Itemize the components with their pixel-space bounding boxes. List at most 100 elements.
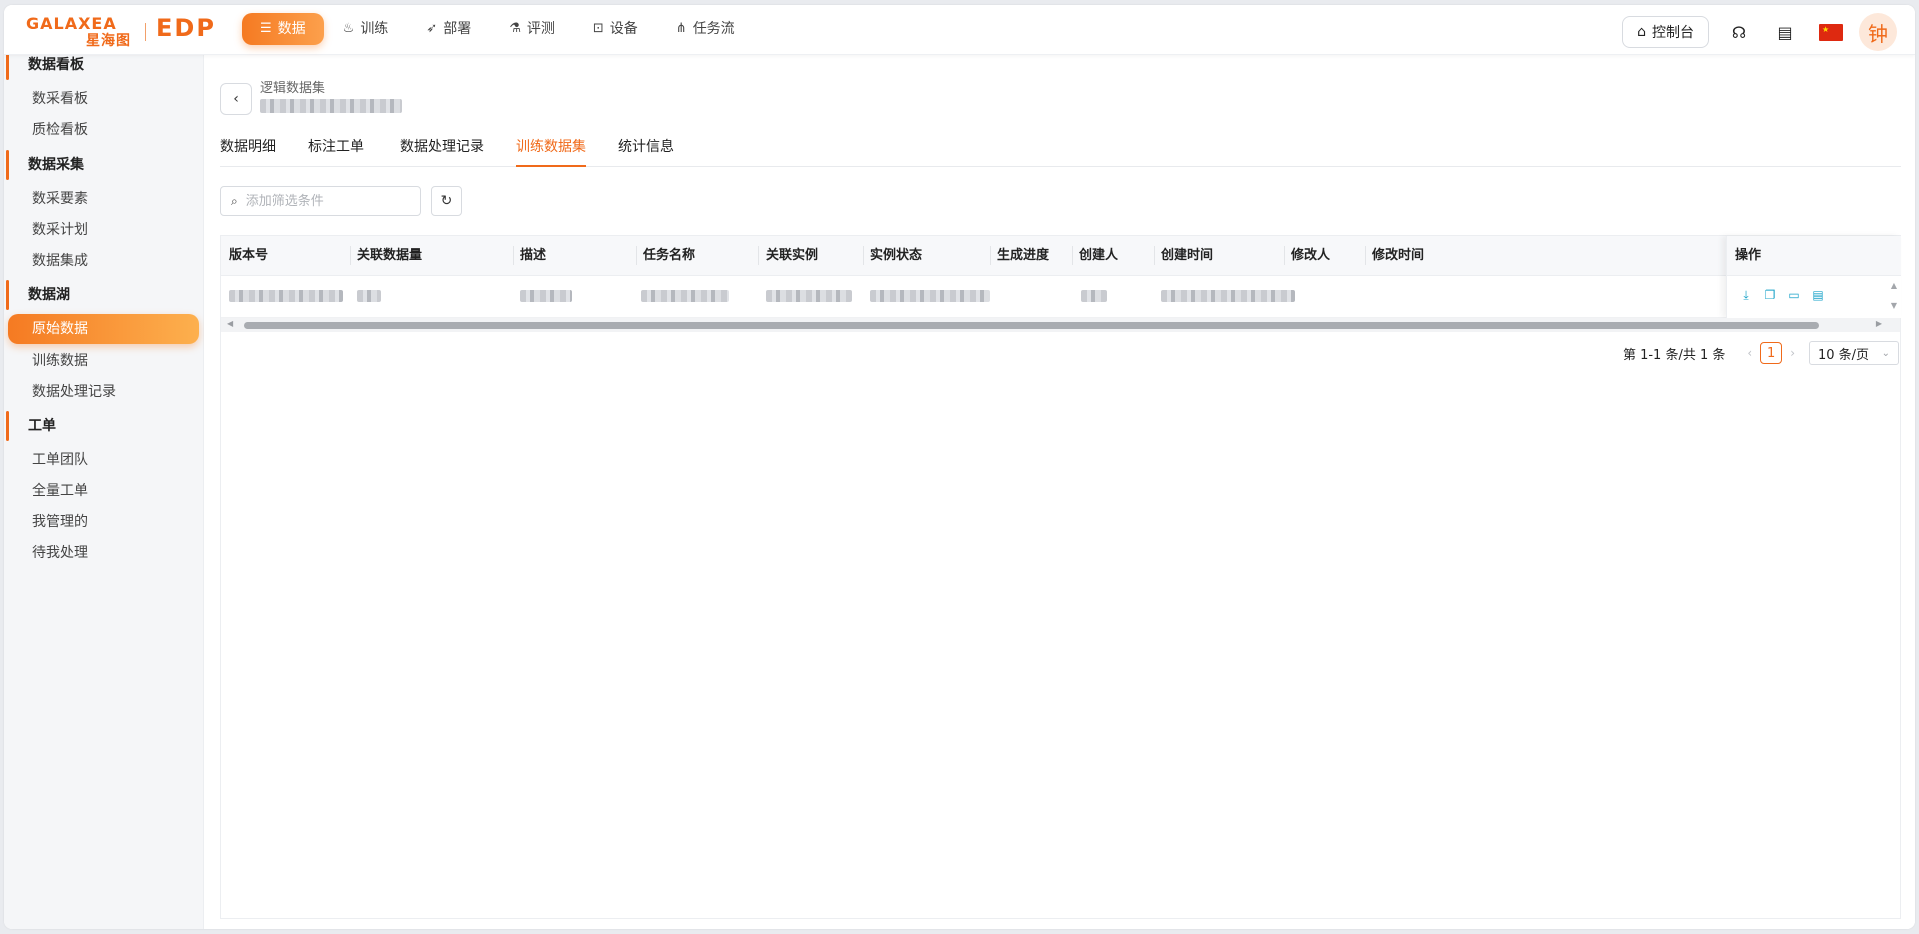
dataset-title-redacted bbox=[260, 99, 402, 113]
scroll-right-icon[interactable]: ▶ bbox=[1876, 319, 1882, 328]
ops-column: 操作 ⤓ ❐ ▭ ▤ ▲ ▼ bbox=[1726, 236, 1901, 318]
vertical-scrollbar[interactable]: ▲ ▼ bbox=[1889, 276, 1899, 318]
col-instance-status[interactable]: 实例状态 bbox=[870, 236, 922, 275]
headset-icon[interactable]: ☊ bbox=[1727, 20, 1751, 44]
col-modifier[interactable]: 修改人 bbox=[1291, 236, 1330, 275]
col-creator[interactable]: 创建人 bbox=[1079, 236, 1118, 275]
china-flag-icon[interactable]: ★ bbox=[1819, 23, 1843, 41]
copy-icon[interactable]: ❐ bbox=[1763, 288, 1777, 302]
nav-workflow-label: 任务流 bbox=[692, 21, 735, 37]
download-icon[interactable]: ⤓ bbox=[1739, 288, 1753, 302]
back-button[interactable]: ‹ bbox=[220, 83, 252, 115]
sidebar-item-all-tickets[interactable]: 全量工单 bbox=[8, 476, 202, 506]
col-task-name[interactable]: 任务名称 bbox=[643, 236, 695, 275]
col-divider bbox=[990, 246, 991, 265]
document-icon[interactable]: ▤ bbox=[1811, 288, 1825, 302]
top-header: GALAXEA 星海图 EDP ☰ 数据 ♨ 训练 ➶ 部署 ⚗ 评测 ⊡ 设备… bbox=[4, 5, 1915, 55]
cell-linked-instance-redacted bbox=[766, 290, 852, 302]
pagination: 第 1-1 条/共 1 条 ‹ 1 › 10 条/页 ⌄ bbox=[1623, 341, 1899, 365]
sidebar-item-raw-data[interactable]: 原始数据 bbox=[8, 314, 199, 344]
nav-deploy[interactable]: ➶ 部署 bbox=[407, 13, 490, 45]
folder-icon[interactable]: ▭ bbox=[1787, 288, 1801, 302]
sidebar-item-collection-elements[interactable]: 数采要素 bbox=[8, 184, 202, 214]
col-version[interactable]: 版本号 bbox=[229, 236, 268, 275]
database-icon: ☰ bbox=[260, 21, 272, 36]
col-divider bbox=[1154, 246, 1155, 265]
col-divider bbox=[863, 246, 864, 265]
col-divider bbox=[636, 246, 637, 265]
filter-input[interactable] bbox=[243, 192, 408, 210]
robot-icon: ⊡ bbox=[592, 21, 604, 36]
breadcrumb: 逻辑数据集 bbox=[260, 81, 326, 96]
page-size-value: 10 条/页 bbox=[1818, 347, 1870, 363]
nav-devices[interactable]: ⊡ 设备 bbox=[574, 13, 657, 45]
sidebar-item-collection-plan[interactable]: 数采计划 bbox=[8, 215, 202, 245]
col-divider bbox=[350, 246, 351, 265]
col-linked-count[interactable]: 关联数据量 bbox=[357, 236, 422, 275]
cell-created-at-redacted bbox=[1161, 290, 1295, 302]
col-modified-at[interactable]: 修改时间 bbox=[1372, 236, 1424, 275]
tab-processing-records[interactable]: 数据处理记录 bbox=[400, 131, 484, 165]
cell-instance-status-redacted bbox=[870, 290, 990, 302]
cell-task-name-redacted bbox=[641, 290, 729, 302]
sidebar-item-processing-records[interactable]: 数据处理记录 bbox=[8, 377, 202, 407]
top-nav: ☰ 数据 ♨ 训练 ➶ 部署 ⚗ 评测 ⊡ 设备 ⋔ 任务流 bbox=[242, 13, 754, 45]
col-divider bbox=[1365, 246, 1366, 265]
tab-training-dataset[interactable]: 训练数据集 bbox=[516, 131, 586, 167]
page-size-select[interactable]: 10 条/页 ⌄ bbox=[1809, 341, 1899, 365]
nav-workflow[interactable]: ⋔ 任务流 bbox=[657, 13, 754, 45]
app-window: GALAXEA 星海图 EDP ☰ 数据 ♨ 训练 ➶ 部署 ⚗ 评测 ⊡ 设备… bbox=[4, 5, 1915, 929]
col-progress[interactable]: 生成进度 bbox=[997, 236, 1049, 275]
chevron-left-icon: ‹ bbox=[233, 91, 239, 107]
nav-evaluate[interactable]: ⚗ 评测 bbox=[490, 13, 574, 45]
sidebar: 数据看板 数采看板 质检看板 数据采集 数采要素 数采计划 数据集成 数据湖 原… bbox=[4, 50, 204, 929]
horizontal-scrollbar[interactable]: ◀ ▶ bbox=[221, 318, 1900, 332]
search-icon: ⌕ bbox=[231, 193, 238, 208]
sidebar-group-collection: 数据采集 bbox=[4, 150, 203, 180]
nav-deploy-label: 部署 bbox=[443, 21, 472, 37]
pagination-total: 第 1-1 条/共 1 条 bbox=[1622, 347, 1726, 363]
main-content: ‹ 逻辑数据集 数据明细 标注工单 数据处理记录 训练数据集 统计信息 ⌕ ↻ … bbox=[204, 55, 1915, 929]
sidebar-group-tickets: 工单 bbox=[4, 411, 203, 441]
col-created-at[interactable]: 创建时间 bbox=[1161, 236, 1213, 275]
tab-data-detail[interactable]: 数据明细 bbox=[220, 131, 276, 165]
col-linked-instance[interactable]: 关联实例 bbox=[766, 236, 818, 275]
cell-description-redacted bbox=[520, 290, 572, 302]
col-description[interactable]: 描述 bbox=[520, 236, 546, 275]
sidebar-item-ticket-teams[interactable]: 工单团队 bbox=[8, 445, 202, 475]
prev-page-icon[interactable]: ‹ bbox=[1747, 346, 1752, 360]
scrollbar-thumb[interactable] bbox=[244, 322, 1819, 329]
avatar[interactable]: 钟 bbox=[1859, 13, 1897, 51]
nav-training[interactable]: ♨ 训练 bbox=[324, 13, 408, 45]
tab-annotation-tickets[interactable]: 标注工单 bbox=[308, 131, 364, 165]
avatar-text: 钟 bbox=[1868, 21, 1888, 46]
sidebar-item-managed-by-me[interactable]: 我管理的 bbox=[8, 507, 202, 537]
sidebar-item-pending-for-me[interactable]: 待我处理 bbox=[8, 538, 202, 568]
filter-input-box[interactable]: ⌕ bbox=[220, 186, 421, 216]
flame-icon: ♨ bbox=[342, 21, 355, 36]
next-page-icon[interactable]: › bbox=[1790, 346, 1795, 360]
console-button[interactable]: ⌂ 控制台 bbox=[1622, 16, 1709, 48]
refresh-icon: ↻ bbox=[440, 193, 453, 209]
nav-data[interactable]: ☰ 数据 bbox=[242, 13, 324, 45]
rocket-icon: ➶ bbox=[426, 21, 438, 36]
col-divider bbox=[1284, 246, 1285, 265]
col-divider bbox=[1072, 246, 1073, 265]
sidebar-item-training-data[interactable]: 训练数据 bbox=[8, 346, 202, 376]
refresh-button[interactable]: ↻ bbox=[431, 186, 462, 216]
sidebar-item-qc-board[interactable]: 质检看板 bbox=[8, 115, 202, 145]
cell-linked-count-redacted bbox=[357, 290, 381, 302]
workflow-icon: ⋔ bbox=[675, 21, 687, 36]
sidebar-item-data-integration[interactable]: 数据集成 bbox=[8, 246, 202, 276]
scroll-left-icon[interactable]: ◀ bbox=[227, 319, 233, 328]
tab-bar: 数据明细 标注工单 数据处理记录 训练数据集 统计信息 bbox=[220, 131, 1901, 167]
cell-version-redacted bbox=[229, 290, 343, 302]
logo-divider bbox=[145, 23, 146, 41]
tab-statistics[interactable]: 统计信息 bbox=[618, 131, 674, 165]
book-icon[interactable]: ▤ bbox=[1773, 20, 1797, 44]
sidebar-item-collection-board[interactable]: 数采看板 bbox=[8, 84, 202, 114]
row-actions: ⤓ ❐ ▭ ▤ bbox=[1739, 288, 1825, 302]
table-row[interactable] bbox=[221, 276, 1900, 318]
home-icon: ⌂ bbox=[1637, 24, 1646, 40]
page-number-current[interactable]: 1 bbox=[1760, 342, 1783, 364]
